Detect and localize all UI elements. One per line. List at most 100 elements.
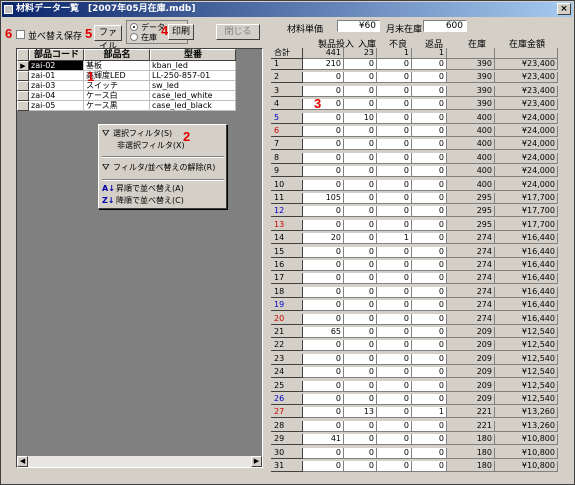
menu-sort-ascending[interactable]: 昇順で並べ替え(A) (116, 183, 184, 194)
in-qty[interactable]: 0 (344, 152, 377, 164)
return-qty[interactable]: 0 (412, 152, 447, 164)
input-qty[interactable]: 0 (303, 447, 344, 459)
return-qty[interactable]: 0 (412, 246, 447, 258)
in-qty[interactable]: 0 (344, 273, 377, 285)
bad-qty[interactable]: 0 (377, 193, 412, 204)
bad-qty[interactable]: 0 (377, 434, 412, 446)
bad-qty[interactable]: 0 (377, 112, 412, 124)
part-name[interactable]: ケース黒 (84, 101, 150, 111)
parts-row[interactable]: ▶ zai-02 基板 kban_led (17, 61, 236, 71)
bad-qty[interactable]: 0 (377, 246, 412, 258)
in-qty[interactable]: 0 (344, 447, 377, 459)
input-qty[interactable]: 0 (303, 380, 344, 392)
input-qty[interactable]: 0 (303, 112, 344, 124)
input-qty[interactable]: 0 (303, 139, 344, 151)
scroll-left-arrow-icon[interactable]: ◀ (17, 456, 28, 467)
return-qty[interactable]: 0 (412, 286, 447, 298)
parts-row[interactable]: zai-01 高輝度LED LL-250-857-01 (17, 71, 236, 81)
bad-qty[interactable]: 0 (377, 353, 412, 365)
header-code[interactable]: 部品コード (29, 49, 84, 61)
in-qty[interactable]: 0 (344, 420, 377, 432)
in-qty[interactable]: 0 (344, 233, 377, 245)
return-qty[interactable]: 0 (412, 206, 447, 218)
parts-row[interactable]: zai-03 スイッチ sw_led (17, 81, 236, 91)
return-qty[interactable]: 0 (412, 461, 447, 472)
bad-qty[interactable]: 0 (377, 166, 412, 178)
in-qty[interactable]: 0 (344, 380, 377, 392)
input-qty[interactable]: 0 (303, 313, 344, 325)
in-qty[interactable]: 0 (344, 300, 377, 312)
part-name[interactable]: ケース白 (84, 91, 150, 101)
input-qty[interactable]: 0 (303, 394, 344, 405)
return-qty[interactable]: 0 (412, 367, 447, 379)
in-qty[interactable]: 0 (344, 327, 377, 338)
input-qty[interactable]: 0 (303, 85, 344, 97)
return-qty[interactable]: 1 (412, 407, 447, 419)
in-qty[interactable]: 10 (344, 112, 377, 124)
scroll-right-arrow-icon[interactable]: ▶ (251, 456, 262, 467)
bad-qty[interactable]: 0 (377, 300, 412, 312)
bad-qty[interactable]: 0 (377, 380, 412, 392)
return-qty[interactable]: 0 (412, 340, 447, 352)
in-qty[interactable]: 0 (344, 179, 377, 191)
return-qty[interactable]: 0 (412, 219, 447, 231)
in-qty[interactable]: 0 (344, 434, 377, 446)
horizontal-scrollbar[interactable]: ◀ ▶ (17, 456, 262, 467)
in-qty[interactable]: 0 (344, 193, 377, 204)
bad-qty[interactable]: 0 (377, 313, 412, 325)
return-qty[interactable]: 0 (412, 72, 447, 84)
input-qty[interactable]: 0 (303, 273, 344, 285)
header-name[interactable]: 部品名 (84, 49, 150, 61)
return-qty[interactable]: 0 (412, 179, 447, 191)
return-qty[interactable]: 0 (412, 260, 447, 271)
return-qty[interactable]: 0 (412, 434, 447, 446)
return-qty[interactable]: 0 (412, 139, 447, 151)
in-qty[interactable]: 13 (344, 407, 377, 419)
bad-qty[interactable]: 0 (377, 152, 412, 164)
bad-qty[interactable]: 0 (377, 273, 412, 285)
row-selector[interactable] (17, 91, 29, 101)
menu-remove-filter[interactable]: フィルタ/並べ替えの解除(R) (113, 162, 215, 173)
bad-qty[interactable]: 0 (377, 367, 412, 379)
bad-qty[interactable]: 0 (377, 420, 412, 432)
input-qty[interactable]: 0 (303, 461, 344, 472)
row-selector[interactable] (17, 81, 29, 91)
input-qty[interactable]: 0 (303, 300, 344, 312)
menu-exclusion-filter[interactable]: 非選択フィルタ(X) (117, 140, 185, 151)
parts-row[interactable]: zai-05 ケース黒 case_led_black (17, 101, 236, 111)
return-qty[interactable]: 0 (412, 85, 447, 97)
bad-qty[interactable]: 0 (377, 85, 412, 97)
input-qty[interactable]: 0 (303, 420, 344, 432)
return-qty[interactable]: 0 (412, 59, 447, 70)
part-model[interactable]: kban_led (150, 61, 236, 71)
input-qty[interactable]: 210 (303, 59, 344, 70)
row-selector[interactable] (17, 101, 29, 111)
part-code[interactable]: zai-03 (29, 81, 84, 91)
return-qty[interactable]: 0 (412, 313, 447, 325)
bad-qty[interactable]: 0 (377, 179, 412, 191)
bad-qty[interactable]: 0 (377, 72, 412, 84)
header-model[interactable]: 型番 (150, 49, 236, 61)
in-qty[interactable]: 0 (344, 353, 377, 365)
bad-qty[interactable]: 0 (377, 407, 412, 419)
input-qty[interactable]: 20 (303, 233, 344, 245)
part-code[interactable]: zai-01 (29, 71, 84, 81)
return-qty[interactable]: 0 (412, 233, 447, 245)
bad-qty[interactable]: 0 (377, 327, 412, 338)
bad-qty[interactable]: 0 (377, 447, 412, 459)
in-qty[interactable]: 0 (344, 286, 377, 298)
return-qty[interactable]: 0 (412, 112, 447, 124)
bad-qty[interactable]: 0 (377, 394, 412, 405)
input-qty[interactable]: 0 (303, 152, 344, 164)
return-qty[interactable]: 0 (412, 394, 447, 405)
sort-save-checkbox[interactable] (16, 30, 25, 39)
print-button[interactable]: 印刷 (168, 24, 194, 40)
input-qty[interactable]: 0 (303, 353, 344, 365)
return-qty[interactable]: 0 (412, 327, 447, 338)
input-qty[interactable]: 0 (303, 219, 344, 231)
bad-qty[interactable]: 0 (377, 126, 412, 137)
in-qty[interactable]: 0 (344, 166, 377, 178)
part-model[interactable]: case_led_black (150, 101, 236, 111)
part-model[interactable]: case_led_white (150, 91, 236, 101)
close-window-button[interactable]: × (557, 3, 571, 15)
